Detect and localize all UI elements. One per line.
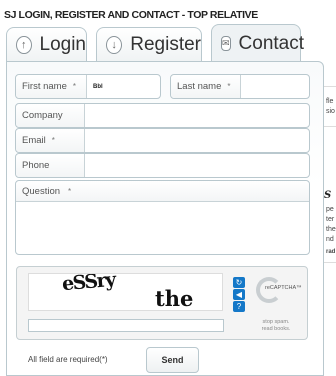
question-textarea[interactable] [16, 202, 309, 254]
recaptcha-brand: reCAPTCHA™ [265, 285, 302, 291]
divider [324, 126, 336, 127]
phone-label: Phone [16, 154, 85, 177]
first-name-label: First name * [16, 75, 87, 98]
required-marker: * [68, 186, 72, 196]
phone-field[interactable]: Phone [15, 153, 310, 178]
captcha-word-1: eSSry [61, 273, 116, 296]
background-text: sio [326, 108, 335, 115]
company-input[interactable] [85, 104, 91, 127]
last-name-input[interactable] [241, 75, 247, 98]
last-name-label: Last name * [171, 75, 241, 98]
background-text: rad [326, 249, 336, 255]
captcha-widget: eSSry the ↻ ◀ ? reCAPTCHA™ stop spam. re… [16, 266, 308, 340]
help-icon[interactable]: ? [233, 301, 245, 312]
audio-icon[interactable]: ◀ [233, 289, 245, 300]
tab-login[interactable]: ↑ Login [6, 27, 87, 61]
divider [324, 262, 336, 263]
background-text: fle [326, 98, 334, 105]
captcha-image: eSSry the [28, 273, 223, 311]
recaptcha-tagline: stop spam. read books. [261, 319, 291, 332]
question-label: Question * [16, 181, 309, 202]
email-field[interactable]: Email * [15, 128, 310, 153]
page-title: SJ LOGIN, REGISTER AND CONTACT - TOP REL… [4, 9, 258, 21]
contact-icon: ✉ [221, 36, 231, 51]
login-icon: ↑ [16, 35, 32, 54]
background-text: pe [326, 206, 334, 213]
background-heading: S [324, 190, 332, 201]
required-marker: * [227, 82, 231, 91]
email-label: Email * [16, 129, 85, 152]
required-note: All field are required(*) [28, 355, 108, 364]
tab-contact-label: Contact [238, 32, 305, 54]
captcha-response-input[interactable] [28, 319, 224, 332]
tab-contact[interactable]: ✉ Contact [211, 24, 305, 62]
background-text: ter [326, 216, 335, 223]
tab-login-label: Login [39, 33, 87, 55]
first-name-field[interactable]: First name * Bbl [15, 74, 161, 99]
required-marker: * [51, 136, 55, 145]
register-icon: ↓ [106, 35, 123, 54]
send-button[interactable]: Send [146, 347, 199, 373]
phone-input[interactable] [85, 154, 91, 177]
refresh-icon[interactable]: ↻ [233, 277, 245, 288]
divider [324, 86, 336, 87]
email-input[interactable] [85, 129, 91, 152]
tab-register[interactable]: ↓ Register [96, 27, 202, 61]
company-label: Company [16, 104, 85, 127]
question-field[interactable]: Question * [15, 180, 310, 255]
background-text: the [326, 226, 336, 233]
first-name-input[interactable]: Bbl [87, 75, 103, 98]
last-name-field[interactable]: Last name * [170, 74, 310, 99]
company-field[interactable]: Company [15, 103, 310, 128]
required-marker: * [72, 82, 76, 91]
background-text: nd [326, 236, 334, 243]
tab-register-label: Register [130, 33, 201, 55]
captcha-word-2: the [155, 286, 194, 311]
